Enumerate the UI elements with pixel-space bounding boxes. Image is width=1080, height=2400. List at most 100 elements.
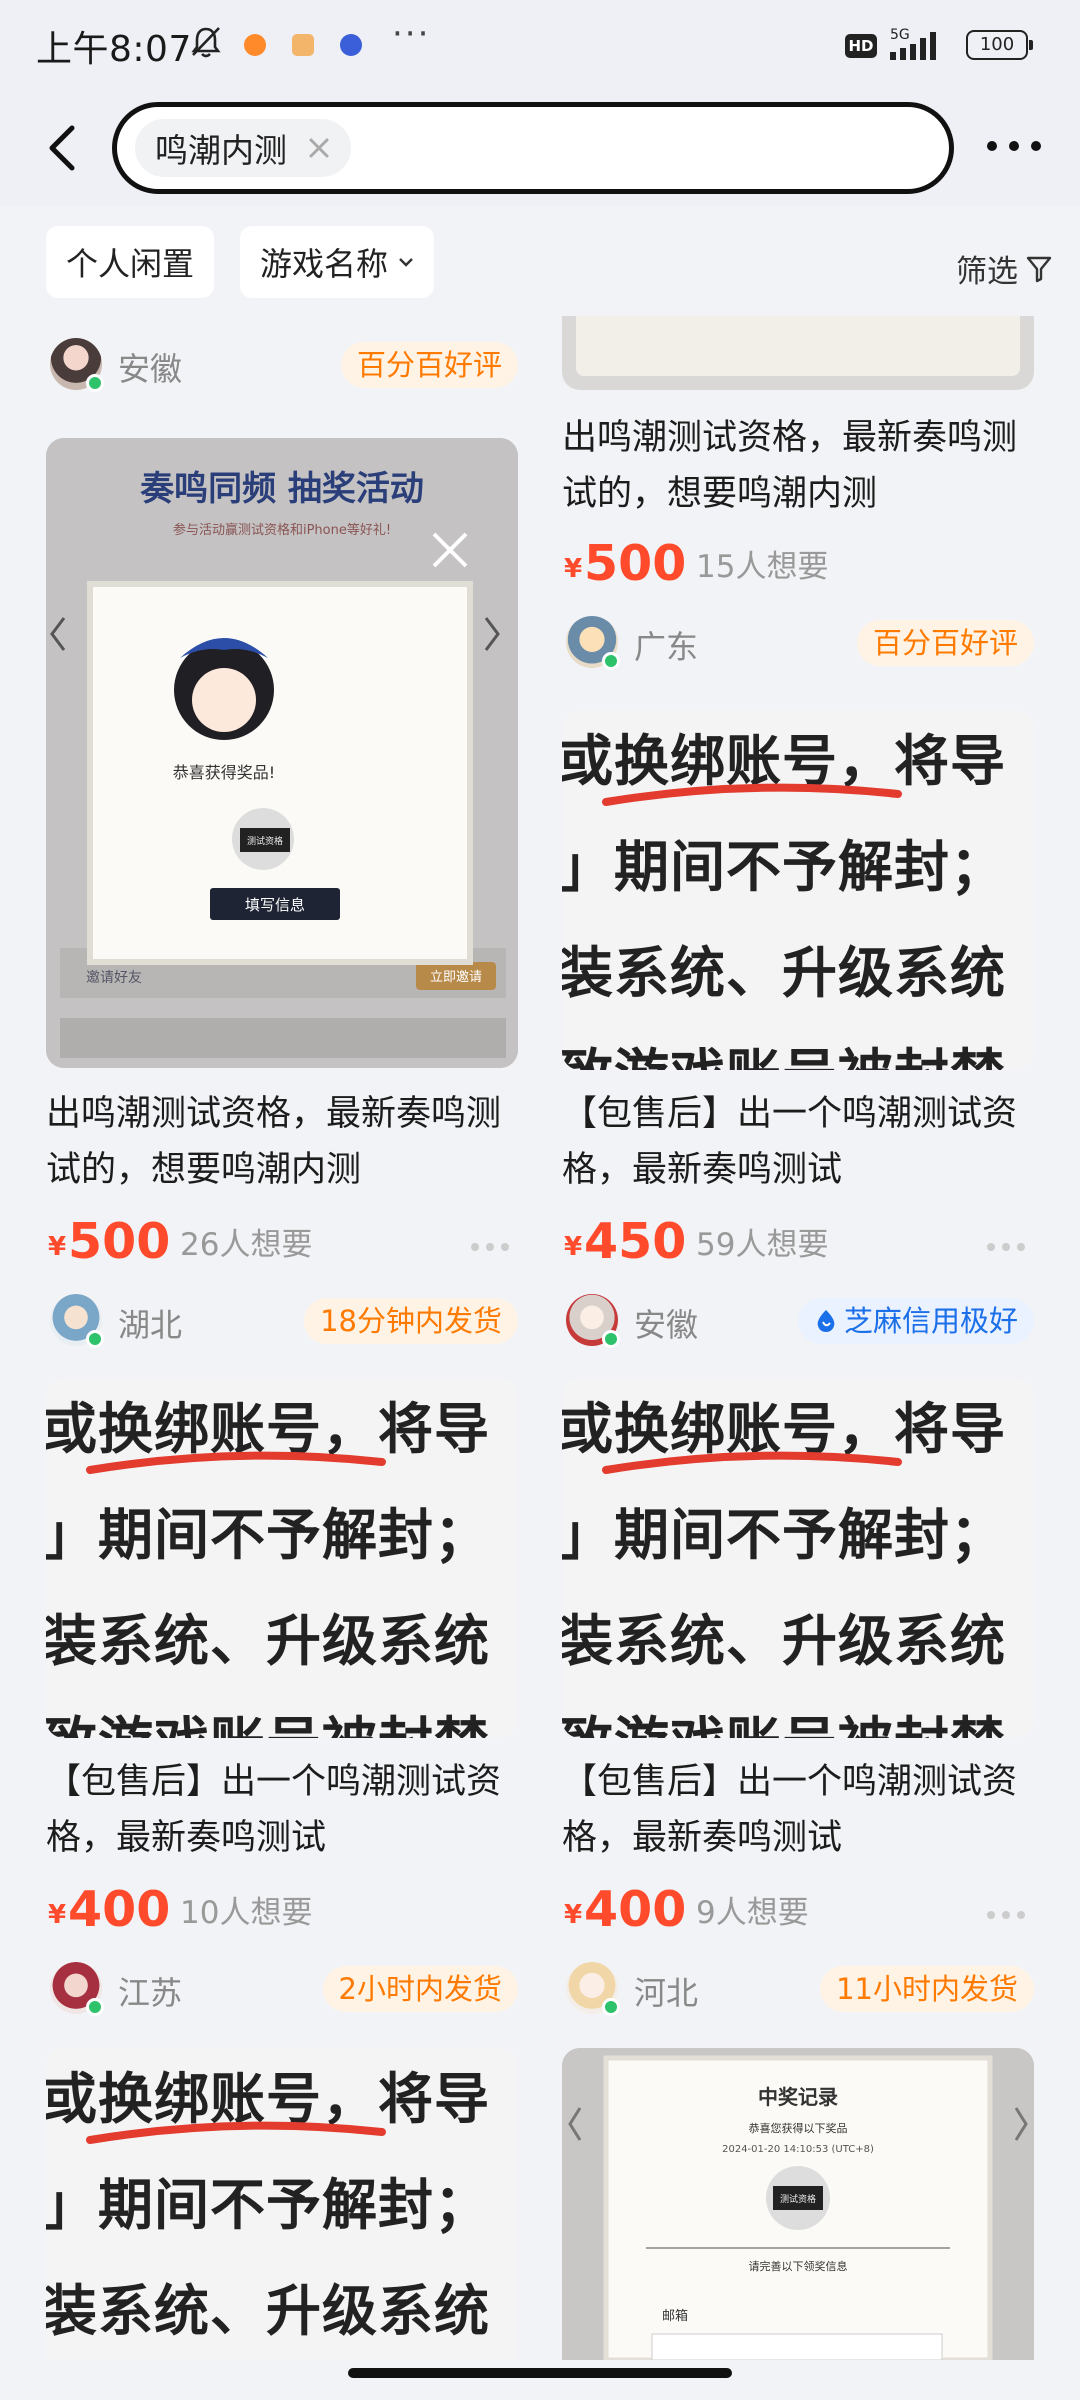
note-line: 」期间不予解封； xyxy=(562,835,1007,899)
signal-label: 5G xyxy=(890,27,910,43)
note-line: 」期间不予解封； xyxy=(46,2173,491,2237)
product-image[interactable]: 或换绑账号，将导 」期间不予解封； 装系统、升级系统 致游戏账号被封禁 xyxy=(46,1378,518,1738)
seller-row: 安徽 百分百好评 xyxy=(46,336,518,392)
more-dots-icon[interactable] xyxy=(986,1242,1026,1252)
app-notification-icon xyxy=(244,34,266,56)
fill-info-button: 填写信息 xyxy=(245,896,305,914)
bell-muted-icon xyxy=(191,27,221,58)
status-time: 上午8:07 xyxy=(36,29,192,70)
clear-query-icon[interactable] xyxy=(307,136,331,160)
event-title: 奏鸣同频 抽奖活动 xyxy=(139,469,424,509)
note-line: 致游戏账号被封禁 xyxy=(46,1698,490,1738)
product-image[interactable]: 中奖记录 恭喜您获得以下奖品 2024-01-20 14:10:53 (UTC+… xyxy=(562,2048,1034,2360)
product-title[interactable]: 【包售后】出一个鸣潮测试资格，最新奏鸣测试 xyxy=(562,1754,1034,1866)
event-invite-label: 邀请好友 xyxy=(86,970,142,986)
product-title[interactable]: 【包售后】出一个鸣潮测试资格，最新奏鸣测试 xyxy=(46,1754,518,1866)
seller-row: 湖北 18分钟内发货 xyxy=(46,1292,518,1348)
note-line: 装系统、升级系统 xyxy=(46,2279,491,2343)
seller-avatar[interactable] xyxy=(566,616,620,670)
more-options-icon[interactable] xyxy=(984,126,1044,166)
note-line: 」期间不予解封； xyxy=(562,1503,1007,1567)
red-underline xyxy=(602,1451,902,1474)
product-title[interactable]: 出鸣潮测试资格，最新奏鸣测试的，想要鸣潮内测 xyxy=(562,410,1034,522)
search-query-chip[interactable]: 鸣潮内测 xyxy=(135,119,351,177)
filter-bar: 个人闲置 游戏名称 筛选 xyxy=(0,206,1080,316)
product-image[interactable]: 奏鸣同频 抽奖活动 参与活动赢测试资格和iPhone等好礼! 邀请好友 立即邀请… xyxy=(46,438,518,1068)
record-subtitle: 恭喜您获得以下奖品 xyxy=(749,2121,848,2135)
search-input[interactable]: 鸣潮内测 xyxy=(112,102,954,194)
online-dot xyxy=(602,1998,620,2016)
note-line: 致游戏账号被封禁 xyxy=(562,1698,1006,1738)
more-dots-icon[interactable] xyxy=(986,1910,1026,1920)
prize-ticket-label: 测试资格 xyxy=(247,835,283,847)
online-dot xyxy=(602,1330,620,1348)
more-dots-icon[interactable] xyxy=(470,1242,510,1252)
seller-avatar[interactable] xyxy=(566,1294,620,1348)
battery-icon: 100 xyxy=(966,30,1033,60)
record-email-label: 邮箱 xyxy=(662,2308,688,2324)
note-line: 装系统、升级系统 xyxy=(562,941,1007,1005)
prize-record-image: 中奖记录 恭喜您获得以下奖品 2024-01-20 14:10:53 (UTC+… xyxy=(562,2048,1034,2360)
product-feed[interactable]: 安徽 百分百好评 出鸣潮测试资格，最新奏鸣测试的，想要鸣潮内测 ¥ 500 15… xyxy=(0,316,1080,2360)
app-notification-icon xyxy=(292,34,314,56)
seller-avatar[interactable] xyxy=(50,338,104,392)
filter-button[interactable]: 筛选 xyxy=(956,246,1052,291)
note-line: 致游戏账号被封禁 xyxy=(562,1030,1006,1070)
product-price: 500 xyxy=(584,535,687,592)
price-row: ¥ 450 59人想要 xyxy=(562,1210,1034,1270)
product-price: 400 xyxy=(68,1881,171,1938)
price-row: ¥ 500 15人想要 xyxy=(562,532,1034,592)
price-row: ¥ 500 26人想要 xyxy=(46,1210,518,1270)
back-arrow-icon[interactable] xyxy=(38,118,88,178)
product-title[interactable]: 【包售后】出一个鸣潮测试资格，最新奏鸣测试 xyxy=(562,1086,1034,1198)
red-underline xyxy=(86,2121,386,2144)
seller-badge: 百分百好评 xyxy=(856,620,1034,666)
price-row: ¥ 400 9人想要 xyxy=(562,1878,1034,1938)
price-row: ¥ 400 10人想要 xyxy=(46,1878,518,1938)
want-count: 10人想要 xyxy=(180,1895,313,1931)
note-line: 」期间不予解封； xyxy=(46,1503,491,1567)
want-count: 26人想要 xyxy=(180,1227,313,1263)
event-invite-button: 立即邀请 xyxy=(430,970,482,985)
want-count: 15人想要 xyxy=(696,549,829,585)
filter-personal-idle-label: 个人闲置 xyxy=(66,245,195,283)
currency-symbol: ¥ xyxy=(564,554,583,584)
online-dot xyxy=(86,1330,104,1348)
currency-symbol: ¥ xyxy=(564,1900,583,1930)
seller-location: 安徽 xyxy=(634,1306,699,1344)
red-underline xyxy=(602,783,902,806)
seller-badge: 11小时内发货 xyxy=(820,1966,1034,2012)
status-bar: 上午8:07 ··· HD 5G 100 xyxy=(0,0,1080,90)
app-notification-icon xyxy=(340,34,362,56)
sesame-credit-icon xyxy=(817,1310,835,1332)
home-gesture-bar[interactable] xyxy=(348,2368,732,2378)
online-dot xyxy=(86,374,104,392)
product-image[interactable] xyxy=(562,316,1034,390)
filter-game-name[interactable]: 游戏名称 xyxy=(240,226,435,298)
note-line: 装系统、升级系统 xyxy=(562,1609,1007,1673)
search-query-text: 鸣潮内测 xyxy=(155,131,287,170)
online-dot xyxy=(86,1998,104,2016)
handwriting-note-image: 或换绑账号，将导 」期间不予解封； 装系统、升级系统 xyxy=(46,2048,518,2360)
online-dot xyxy=(602,652,620,670)
seller-avatar[interactable] xyxy=(50,1962,104,2016)
seller-avatar[interactable] xyxy=(50,1294,104,1348)
seller-badge: 18分钟内发货 xyxy=(304,1298,518,1344)
product-image[interactable]: 或换绑账号，将导 」期间不予解封； 装系统、升级系统 致游戏账号被封禁 xyxy=(562,710,1034,1070)
seller-row: 广东 百分百好评 xyxy=(562,614,1034,670)
filter-funnel-icon xyxy=(1026,256,1052,282)
filter-personal-idle[interactable]: 个人闲置 xyxy=(46,226,215,298)
seller-row: 江苏 2小时内发货 xyxy=(46,1960,518,2016)
filter-button-label: 筛选 xyxy=(956,254,1018,290)
hd-icon: HD xyxy=(845,34,877,58)
seller-location: 安徽 xyxy=(118,350,183,388)
seller-row: 河北 11小时内发货 xyxy=(562,1960,1034,2016)
seller-avatar[interactable] xyxy=(566,1962,620,2016)
product-price: 450 xyxy=(584,1213,687,1270)
seller-badge: 2小时内发货 xyxy=(322,1966,518,2012)
product-title[interactable]: 出鸣潮测试资格，最新奏鸣测试的，想要鸣潮内测 xyxy=(46,1086,518,1198)
seller-badge-label: 芝麻信用极好 xyxy=(843,1304,1018,1338)
seller-badge: 芝麻信用极好 xyxy=(797,1298,1034,1344)
product-image[interactable]: 或换绑账号，将导 」期间不予解封； 装系统、升级系统 致游戏账号被封禁 xyxy=(562,1378,1034,1738)
product-image[interactable]: 或换绑账号，将导 」期间不予解封； 装系统、升级系统 xyxy=(46,2048,518,2360)
